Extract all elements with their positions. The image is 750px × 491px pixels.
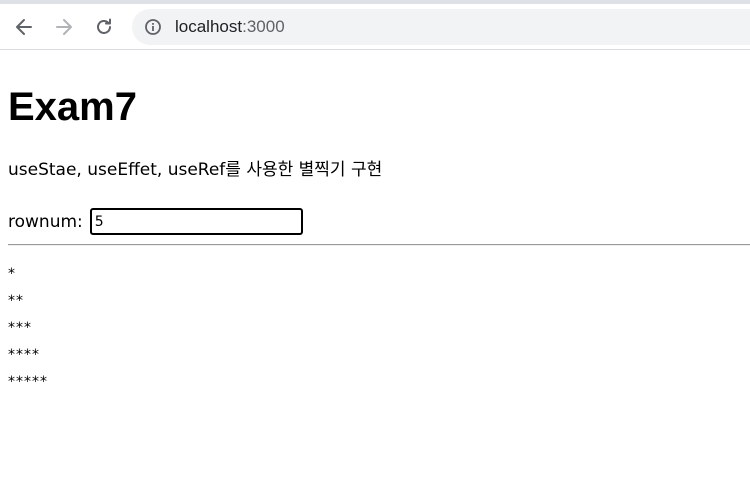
star-row: ****: [8, 347, 40, 363]
reload-icon: [97, 18, 111, 34]
url-text[interactable]: localhost:3000: [175, 18, 285, 36]
page-content: Exam7 useStae, useEffet, useRef를 사용한 별찍기…: [0, 51, 750, 491]
url-host: localhost: [175, 17, 243, 36]
browser-toolbar: localhost:3000: [0, 4, 750, 50]
rownum-label: rownum:: [8, 211, 83, 232]
rownum-form: rownum:: [8, 208, 303, 235]
forward-button[interactable]: [52, 15, 76, 39]
rownum-input[interactable]: [89, 208, 303, 235]
info-icon[interactable]: [144, 18, 162, 36]
arrow-right-icon: [56, 19, 72, 35]
url-port: :3000: [242, 17, 285, 36]
arrow-left-icon: [16, 19, 32, 35]
reload-button[interactable]: [92, 15, 116, 39]
star-row: ***: [8, 320, 32, 336]
address-bar[interactable]: localhost:3000: [132, 9, 750, 45]
page-description: useStae, useEffet, useRef를 사용한 별찍기 구현: [8, 160, 383, 180]
back-button[interactable]: [12, 15, 36, 39]
page-title: Exam7: [8, 85, 137, 129]
star-row: *: [8, 266, 16, 282]
star-row: *****: [8, 374, 48, 390]
divider: [8, 244, 750, 246]
star-row: **: [8, 293, 24, 309]
star-list: * ** *** **** *****: [8, 261, 48, 396]
